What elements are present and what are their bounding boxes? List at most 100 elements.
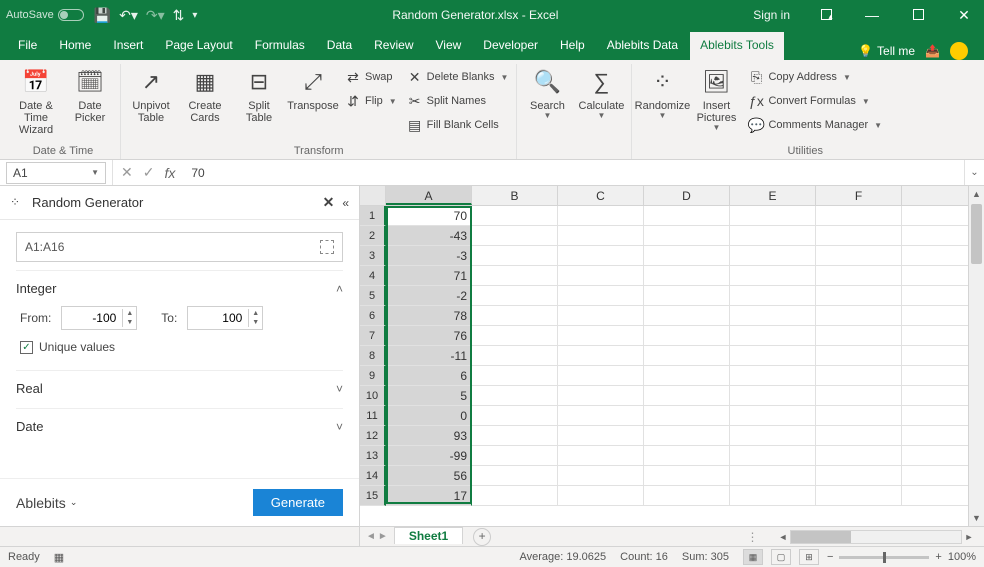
- row-header[interactable]: 1: [360, 206, 386, 226]
- cell[interactable]: 0: [386, 406, 472, 426]
- cell[interactable]: -43: [386, 226, 472, 246]
- cell[interactable]: [472, 346, 558, 366]
- from-field[interactable]: [62, 311, 122, 325]
- cell[interactable]: 56: [386, 466, 472, 486]
- sheet-nav-prev-icon[interactable]: ◄: [366, 531, 376, 542]
- tab-file[interactable]: File: [8, 32, 47, 60]
- scroll-down-icon[interactable]: ▼: [969, 510, 984, 526]
- section-real-header[interactable]: Real ˅: [16, 381, 343, 396]
- cell[interactable]: [472, 266, 558, 286]
- convert-formulas-button[interactable]: ƒxConvert Formulas▼: [748, 90, 882, 112]
- row-header[interactable]: 11: [360, 406, 386, 426]
- spreadsheet-grid[interactable]: ABCDEF 1702-433-34715-26787768-119610511…: [360, 186, 984, 526]
- cell[interactable]: [472, 326, 558, 346]
- formula-expand-icon[interactable]: ⌄: [964, 160, 984, 185]
- from-spin-up[interactable]: ▲: [123, 309, 136, 318]
- hscroll-right-icon[interactable]: ►: [962, 532, 976, 542]
- feedback-icon[interactable]: [950, 42, 968, 60]
- cell[interactable]: [730, 226, 816, 246]
- cell[interactable]: 70: [386, 206, 472, 226]
- formula-input[interactable]: 70: [183, 166, 964, 180]
- select-all-corner[interactable]: [360, 186, 386, 205]
- cell[interactable]: 76: [386, 326, 472, 346]
- cell[interactable]: [472, 226, 558, 246]
- row-header[interactable]: 9: [360, 366, 386, 386]
- generate-button[interactable]: Generate: [253, 489, 343, 516]
- cell[interactable]: [816, 406, 902, 426]
- cell[interactable]: [558, 206, 644, 226]
- fx-icon[interactable]: fx: [164, 165, 175, 181]
- delete-blanks-button[interactable]: ✕Delete Blanks▼: [407, 66, 509, 88]
- column-header[interactable]: C: [558, 186, 644, 205]
- cell[interactable]: [558, 406, 644, 426]
- date-time-wizard-button[interactable]: 📅Date &Time Wizard: [10, 64, 62, 142]
- cell[interactable]: [730, 326, 816, 346]
- cell[interactable]: [730, 286, 816, 306]
- transpose-button[interactable]: ⤢Transpose: [287, 64, 339, 142]
- cell[interactable]: [730, 446, 816, 466]
- tab-ablebits-tools[interactable]: Ablebits Tools: [690, 32, 784, 60]
- range-selector-icon[interactable]: [320, 240, 334, 254]
- tab-developer[interactable]: Developer: [473, 32, 548, 60]
- to-spin-up[interactable]: ▲: [249, 309, 262, 318]
- cell[interactable]: [558, 266, 644, 286]
- vertical-scrollbar[interactable]: ▲ ▼: [968, 186, 984, 526]
- close-button[interactable]: ✕: [950, 7, 978, 24]
- date-picker-button[interactable]: 🗓DatePicker: [64, 64, 116, 142]
- to-spin-down[interactable]: ▼: [249, 318, 262, 327]
- range-input[interactable]: A1:A16: [16, 232, 343, 262]
- page-break-view-button[interactable]: ⊞: [799, 549, 819, 565]
- cell[interactable]: [730, 206, 816, 226]
- cell[interactable]: [472, 306, 558, 326]
- cell[interactable]: [558, 326, 644, 346]
- cell[interactable]: [644, 346, 730, 366]
- cell[interactable]: [558, 466, 644, 486]
- cell[interactable]: 78: [386, 306, 472, 326]
- column-header[interactable]: E: [730, 186, 816, 205]
- column-header[interactable]: D: [644, 186, 730, 205]
- cell[interactable]: [816, 226, 902, 246]
- cell[interactable]: [558, 246, 644, 266]
- tellme-button[interactable]: 💡 Tell me: [858, 44, 915, 58]
- zoom-in-button[interactable]: +: [935, 551, 941, 563]
- create-cards-button[interactable]: ▦CreateCards: [179, 64, 231, 142]
- cell[interactable]: [644, 206, 730, 226]
- cell[interactable]: [816, 206, 902, 226]
- cell[interactable]: [816, 426, 902, 446]
- save-icon[interactable]: 💾: [94, 7, 111, 24]
- macro-recorder-icon[interactable]: ▦: [54, 551, 64, 564]
- maximize-button[interactable]: [904, 7, 932, 23]
- cell[interactable]: [730, 486, 816, 506]
- row-header[interactable]: 2: [360, 226, 386, 246]
- row-header[interactable]: 5: [360, 286, 386, 306]
- cell[interactable]: 93: [386, 426, 472, 446]
- zoom-out-button[interactable]: −: [827, 551, 833, 563]
- cell[interactable]: [816, 286, 902, 306]
- cell[interactable]: [730, 346, 816, 366]
- from-input[interactable]: ▲▼: [61, 306, 137, 330]
- add-sheet-button[interactable]: +: [473, 528, 491, 546]
- tab-insert[interactable]: Insert: [103, 32, 153, 60]
- cell[interactable]: [644, 406, 730, 426]
- cell[interactable]: [816, 306, 902, 326]
- tab-data[interactable]: Data: [317, 32, 362, 60]
- cell[interactable]: -3: [386, 246, 472, 266]
- tab-help[interactable]: Help: [550, 32, 595, 60]
- cell[interactable]: [644, 226, 730, 246]
- cell[interactable]: [644, 366, 730, 386]
- cell[interactable]: [730, 426, 816, 446]
- cell[interactable]: [644, 306, 730, 326]
- cell[interactable]: [472, 286, 558, 306]
- ribbon-display-icon[interactable]: ▴: [812, 7, 840, 23]
- cell[interactable]: 71: [386, 266, 472, 286]
- cell[interactable]: [816, 446, 902, 466]
- formula-cancel-icon[interactable]: ✕: [121, 164, 133, 181]
- cell[interactable]: [730, 406, 816, 426]
- name-box[interactable]: A1 ▼: [6, 162, 106, 184]
- pane-close-button[interactable]: ✕: [323, 194, 335, 211]
- undo-icon[interactable]: ↶▾: [119, 7, 138, 24]
- formula-accept-icon[interactable]: ✓: [143, 164, 155, 181]
- calculate-button[interactable]: ∑Calculate▼: [575, 64, 627, 142]
- row-header[interactable]: 15: [360, 486, 386, 506]
- cell[interactable]: [558, 226, 644, 246]
